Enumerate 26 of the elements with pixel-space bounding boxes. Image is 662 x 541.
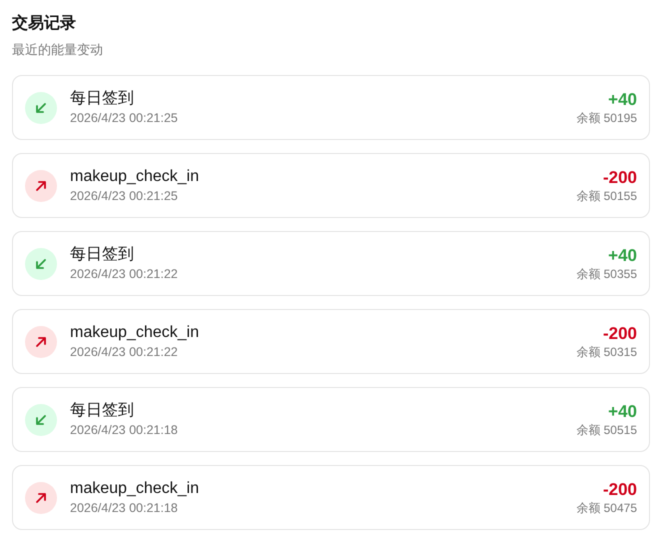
transaction-time: 2026/4/23 00:21:22 bbox=[70, 344, 179, 360]
amount: +40 bbox=[607, 89, 637, 110]
amount: +40 bbox=[607, 401, 637, 422]
transaction-time: 2026/4/23 00:21:18 bbox=[70, 422, 179, 438]
amount: +40 bbox=[607, 245, 637, 266]
page-subtitle: 最近的能量变动 bbox=[12, 41, 104, 59]
transaction-name: makeup_check_in bbox=[70, 323, 200, 343]
transaction-name: makeup_check_in bbox=[70, 479, 200, 499]
balance: 余额 50155 bbox=[576, 188, 637, 204]
transaction-time: 2026/4/23 00:21:25 bbox=[70, 188, 179, 204]
balance: 余额 50475 bbox=[576, 500, 637, 516]
balance: 余额 50515 bbox=[576, 422, 637, 438]
transaction-name: 每日签到 bbox=[70, 401, 135, 421]
amount: -200 bbox=[602, 479, 637, 500]
transaction-time: 2026/4/23 00:21:25 bbox=[70, 110, 179, 126]
balance: 余额 50315 bbox=[576, 344, 637, 360]
transaction-time: 2026/4/23 00:21:18 bbox=[70, 500, 179, 516]
amount: -200 bbox=[602, 167, 637, 188]
page-title: 交易记录 bbox=[12, 14, 77, 34]
amount: -200 bbox=[602, 323, 637, 344]
balance: 余额 50355 bbox=[576, 266, 637, 282]
transaction-name: 每日签到 bbox=[70, 245, 135, 265]
balance: 余额 50195 bbox=[576, 110, 637, 126]
transaction-name: makeup_check_in bbox=[70, 167, 200, 187]
transaction-name: 每日签到 bbox=[70, 89, 135, 109]
transaction-time: 2026/4/23 00:21:22 bbox=[70, 266, 179, 282]
